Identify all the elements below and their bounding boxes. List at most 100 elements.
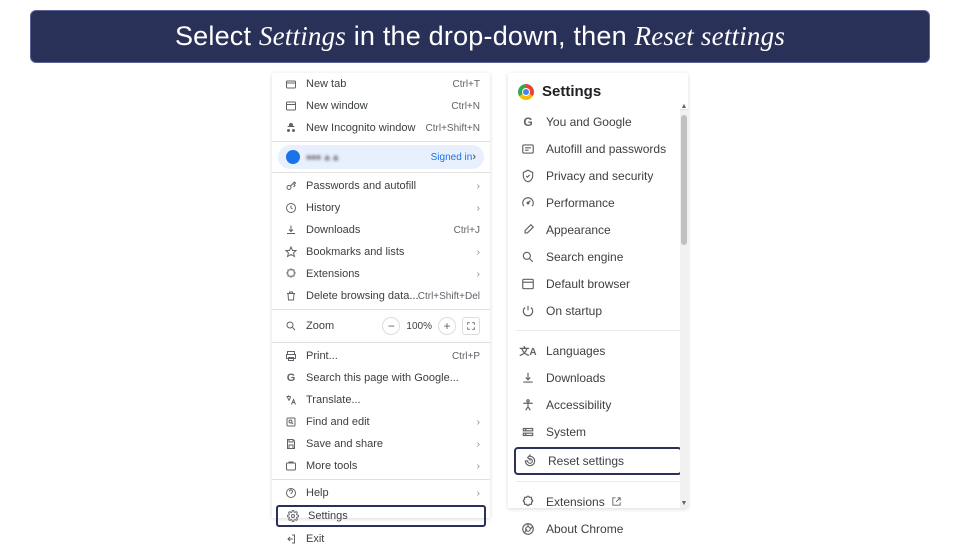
settings-title: Settings [542,83,601,100]
reset-icon [520,454,540,468]
menu-label: More tools [300,460,473,472]
menu-label: Delete browsing data... [300,290,418,302]
banner-text-mid: in the drop-down, then [346,21,635,51]
menu-shortcut: Ctrl+P [452,351,480,362]
external-link-icon [611,496,622,507]
sidebar-label: Downloads [538,371,605,385]
sidebar-search-engine[interactable]: Search engine [508,243,688,270]
chevron-right-icon: › [473,488,480,499]
incognito-icon [282,122,300,134]
menu-new-tab[interactable]: New tab Ctrl+T [272,73,490,95]
browser-icon [518,277,538,291]
chevron-right-icon: › [473,181,480,192]
menu-separator [272,342,490,343]
zoom-out-button[interactable]: − [382,317,400,335]
sidebar-downloads[interactable]: Downloads [508,364,688,391]
chevron-right-icon: › [473,417,480,428]
puzzle-icon [518,495,538,509]
sidebar-label: Accessibility [538,398,611,412]
system-icon [518,425,538,439]
menu-save-share[interactable]: Save and share › [272,433,490,455]
save-icon [282,438,300,450]
zoom-in-button[interactable]: + [438,317,456,335]
sidebar-appearance[interactable]: Appearance [508,216,688,243]
sidebar-accessibility[interactable]: Accessibility [508,391,688,418]
menu-profile-chip[interactable]: ●●● ▲▲ Signed in › [278,145,484,169]
menu-label: Help [300,487,473,499]
scrollbar-thumb[interactable] [681,115,687,245]
menu-exit[interactable]: Exit [272,528,490,550]
menu-history[interactable]: History › [272,197,490,219]
sidebar-label: Autofill and passwords [538,142,666,156]
sidebar-about-chrome[interactable]: About Chrome [508,515,688,542]
menu-new-window[interactable]: New window Ctrl+N [272,95,490,117]
menu-label: Exit [300,533,480,545]
sidebar-default-browser[interactable]: Default browser [508,270,688,297]
menu-shortcut: Ctrl+T [453,79,481,90]
menu-label: Extensions [300,268,473,280]
scroll-up-arrow[interactable]: ▲ [680,103,688,111]
settings-header: Settings [508,79,688,108]
menu-print[interactable]: Print... Ctrl+P [272,345,490,367]
history-icon [282,202,300,214]
profile-name-blurred: ●●● ▲▲ [306,152,340,162]
sidebar-reset-settings[interactable]: Reset settings [514,447,682,475]
menu-passwords[interactable]: Passwords and autofill › [272,175,490,197]
menu-label: New tab [300,78,453,90]
chevron-right-icon: › [473,269,480,280]
tools-icon [282,460,300,472]
chevron-right-icon: › [473,203,480,214]
scroll-down-arrow[interactable]: ▼ [680,500,688,508]
menu-label: Find and edit [300,416,473,428]
download-icon [282,224,300,236]
menu-shortcut: Ctrl+Shift+N [426,123,480,134]
sidebar-you-and-google[interactable]: G You and Google [508,108,688,135]
settings-sidebar: Settings G You and Google Autofill and p… [508,73,688,508]
sidebar-label: Default browser [538,277,630,291]
menu-find-edit[interactable]: Find and edit › [272,411,490,433]
menu-translate[interactable]: Translate... [272,389,490,411]
menu-help[interactable]: Help › [272,482,490,504]
sidebar-extensions[interactable]: Extensions [508,488,688,515]
chevron-right-icon: › [472,151,476,163]
sidebar-privacy[interactable]: Privacy and security [508,162,688,189]
tab-icon [282,78,300,90]
sidebar-languages[interactable]: 文A Languages [508,337,688,364]
scrollbar[interactable]: ▲ ▼ [680,103,688,508]
sidebar-separator [516,481,680,482]
language-icon: 文A [518,343,538,358]
fullscreen-button[interactable] [462,317,480,335]
menu-separator [272,141,490,142]
menu-settings[interactable]: Settings [276,505,486,527]
sidebar-system[interactable]: System [508,418,688,445]
menu-zoom: Zoom − 100% + [272,312,490,340]
menu-label: Zoom [300,320,382,332]
menu-label: Settings [302,510,478,522]
sidebar-performance[interactable]: Performance [508,189,688,216]
palette-icon [518,223,538,237]
zoom-icon [282,320,300,332]
menu-downloads[interactable]: Downloads Ctrl+J [272,219,490,241]
menu-separator [272,309,490,310]
menu-new-incognito[interactable]: New Incognito window Ctrl+Shift+N [272,117,490,139]
menu-shortcut: Ctrl+Shift+Del [418,291,480,302]
puzzle-icon [282,268,300,280]
menu-label: New Incognito window [300,122,426,134]
menu-label: Passwords and autofill [300,180,473,192]
menu-extensions[interactable]: Extensions › [272,263,490,285]
menu-more-tools[interactable]: More tools › [272,455,490,477]
menu-delete-browsing-data[interactable]: Delete browsing data... Ctrl+Shift+Del [272,285,490,307]
zoom-value: 100% [406,321,432,332]
sidebar-on-startup[interactable]: On startup [508,297,688,324]
instruction-banner: Select Settings in the drop-down, then R… [30,10,930,63]
sidebar-label: Performance [538,196,615,210]
translate-icon [282,394,300,406]
menu-shortcut: Ctrl+J [454,225,480,236]
menu-label: Translate... [300,394,480,406]
power-icon [518,304,538,318]
sidebar-autofill[interactable]: Autofill and passwords [508,135,688,162]
accessibility-icon [518,398,538,412]
exit-icon [282,533,300,545]
menu-bookmarks[interactable]: Bookmarks and lists › [272,241,490,263]
menu-search-page[interactable]: G Search this page with Google... [272,367,490,389]
